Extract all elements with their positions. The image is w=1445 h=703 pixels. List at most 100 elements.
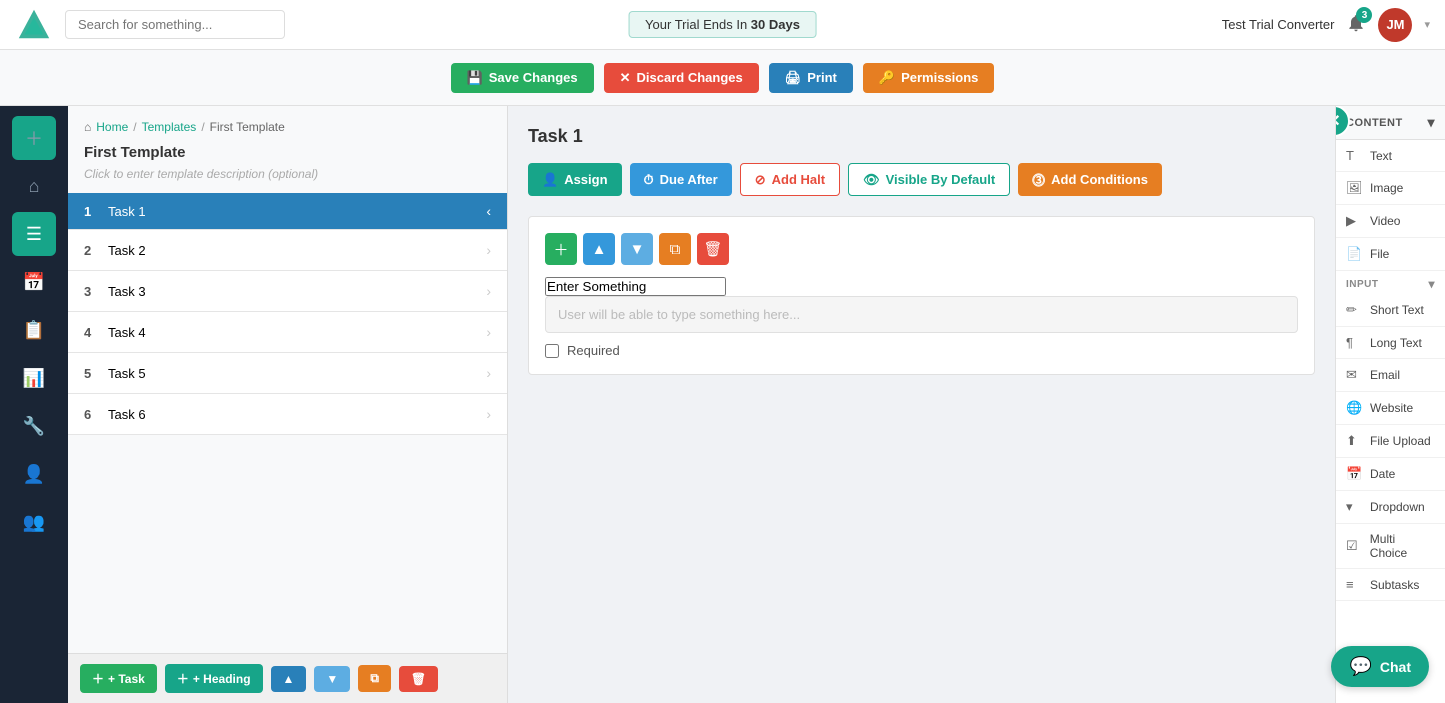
nav-users[interactable]: 👤 [12,452,56,496]
sidebar-item-date[interactable]: 📅 Date [1336,458,1445,491]
task-panel: ⌂ Home / Templates / First Template Firs… [68,106,508,703]
sidebar-item-image[interactable]: 🖼 Image [1336,172,1445,205]
required-checkbox[interactable] [545,344,559,358]
add-conditions-button[interactable]: ⓷ Add Conditions [1018,163,1162,196]
image-icon: 🖼 [1346,180,1362,196]
task-name: Task 2 [108,243,486,258]
save-icon: 💾 [467,70,483,86]
templates-icon: ☰ [26,224,42,245]
arrow-up-icon: ▲ [283,672,295,686]
main-layout: ＋ ⌂ ☰ 📅 📋 📊 🔧 👤 👥 ⌂ Home / [0,106,1445,703]
sidebar-item-long-text[interactable]: ¶ Long Text [1336,327,1445,359]
sidebar-video-label: Video [1370,214,1400,228]
file-upload-icon: ⬆ [1346,433,1362,449]
task-name: Task 5 [108,366,486,381]
users-icon: 👤 [23,464,45,485]
sidebar-content-header: CONTENT ▾ [1336,106,1445,140]
nav-reports[interactable]: 📊 [12,356,56,400]
assign-button[interactable]: 👤 Assign [528,163,622,196]
eye-icon: 👁 [863,172,880,188]
template-description[interactable]: Click to enter template description (opt… [68,165,507,193]
sidebar-item-video[interactable]: ▶ Video [1336,205,1445,238]
chat-button[interactable]: 💬 Chat [1331,646,1429,687]
add-halt-button[interactable]: ⊘ Add Halt [740,163,840,196]
block-move-up-button[interactable]: ▲ [583,233,615,265]
sidebar-item-email[interactable]: ✉ Email [1336,359,1445,392]
nav-add-button[interactable]: ＋ [12,116,56,160]
permissions-icon: 🔑 [879,70,895,86]
move-down-button[interactable]: ▼ [314,666,350,692]
block-delete-button[interactable]: 🗑 [697,233,729,265]
right-sidebar: ✕ CONTENT ▾ T Text 🖼 Image ▶ Video 📄 Fil… [1335,106,1445,703]
block-label-input[interactable] [545,277,726,296]
breadcrumb: ⌂ Home / Templates / First Template [68,106,507,134]
print-button[interactable]: 🖨 Print [769,63,853,93]
sidebar-item-file[interactable]: 📄 File [1336,238,1445,271]
video-icon: ▶ [1346,213,1362,229]
text-icon: T [1346,148,1362,163]
sidebar-item-subtasks[interactable]: ≡ Subtasks [1336,569,1445,601]
nav-tools[interactable]: 🔧 [12,404,56,448]
copy-task-button[interactable]: ⧉ [358,665,391,692]
top-bar: Your Trial Ends In 30 Days Test Trial Co… [0,0,1445,50]
sidebar-expand-icon[interactable]: ▾ [1427,114,1435,131]
clock-icon: ⏱ [644,172,654,188]
block-move-down-button[interactable]: ▼ [621,233,653,265]
block-copy-button[interactable]: ⧉ [659,233,691,265]
avatar-dropdown-icon[interactable]: ▾ [1424,18,1430,31]
sidebar-item-short-text[interactable]: ✏ Short Text [1336,294,1445,327]
nav-home[interactable]: ⌂ [12,164,56,208]
permissions-button[interactable]: 🔑 Permissions [863,63,995,93]
breadcrumb-templates-link[interactable]: Templates [142,120,197,134]
short-text-icon: ✏ [1346,302,1362,318]
sidebar-input-expand-icon[interactable]: ▾ [1428,277,1435,291]
sidebar-item-dropdown[interactable]: ▾ Dropdown [1336,491,1445,524]
add-heading-button[interactable]: ＋ + Heading [165,664,263,693]
nav-documents[interactable]: 📋 [12,308,56,352]
block-add-button[interactable]: ＋ [545,233,577,265]
logo-icon[interactable] [15,6,53,44]
breadcrumb-sep2: / [201,120,204,134]
move-up-button[interactable]: ▲ [271,666,307,692]
dropdown-icon: ▾ [1346,499,1362,515]
task-expand-icon: › [486,283,491,299]
add-task-button[interactable]: ＋ + Task [80,664,157,693]
nav-calendar[interactable]: 📅 [12,260,56,304]
search-input[interactable] [65,10,285,39]
avatar[interactable]: JM [1378,8,1412,42]
assign-icon: 👤 [542,172,558,188]
task-item[interactable]: 5 Task 5 › [68,353,507,394]
sidebar-item-multi-choice[interactable]: ☑ Multi Choice [1336,524,1445,569]
sidebar-item-website[interactable]: 🌐 Website [1336,392,1445,425]
task-item[interactable]: 2 Task 2 › [68,230,507,271]
sidebar-website-label: Website [1370,401,1413,415]
breadcrumb-home-link[interactable]: Home [96,120,128,134]
task-item[interactable]: 4 Task 4 › [68,312,507,353]
sidebar-dropdown-label: Dropdown [1370,500,1425,514]
visible-by-default-button[interactable]: 👁 Visible By Default [848,163,1010,196]
task-item[interactable]: 6 Task 6 › [68,394,507,435]
sidebar-subtasks-label: Subtasks [1370,578,1419,592]
task-item[interactable]: 3 Task 3 › [68,271,507,312]
nav-templates[interactable]: ☰ [12,212,56,256]
delete-task-button[interactable]: 🗑 [399,666,438,692]
task-collapse-icon[interactable]: ‹ [486,203,491,219]
subtasks-icon: ≡ [1346,577,1362,592]
sidebar-item-file-upload[interactable]: ⬆ File Upload [1336,425,1445,458]
sidebar-item-text[interactable]: T Text [1336,140,1445,172]
task-item[interactable]: 1 ‹ [68,193,507,230]
action-bar: 💾 Save Changes ✕ Discard Changes 🖨 Print… [0,50,1445,106]
documents-icon: 📋 [23,320,45,341]
nav-groups[interactable]: 👥 [12,500,56,544]
due-after-button[interactable]: ⏱ Due After [630,163,732,196]
long-text-icon: ¶ [1346,335,1362,350]
save-changes-button[interactable]: 💾 Save Changes [451,63,594,93]
discard-changes-button[interactable]: ✕ Discard Changes [604,63,759,93]
notification-bell[interactable]: 3 [1346,13,1366,36]
task-name-input[interactable] [108,204,486,219]
print-icon: 🖨 [785,70,802,86]
task-name: Task 3 [108,284,486,299]
groups-icon: 👥 [23,512,45,533]
template-title: First Template [68,134,507,165]
block-label [545,277,1298,296]
